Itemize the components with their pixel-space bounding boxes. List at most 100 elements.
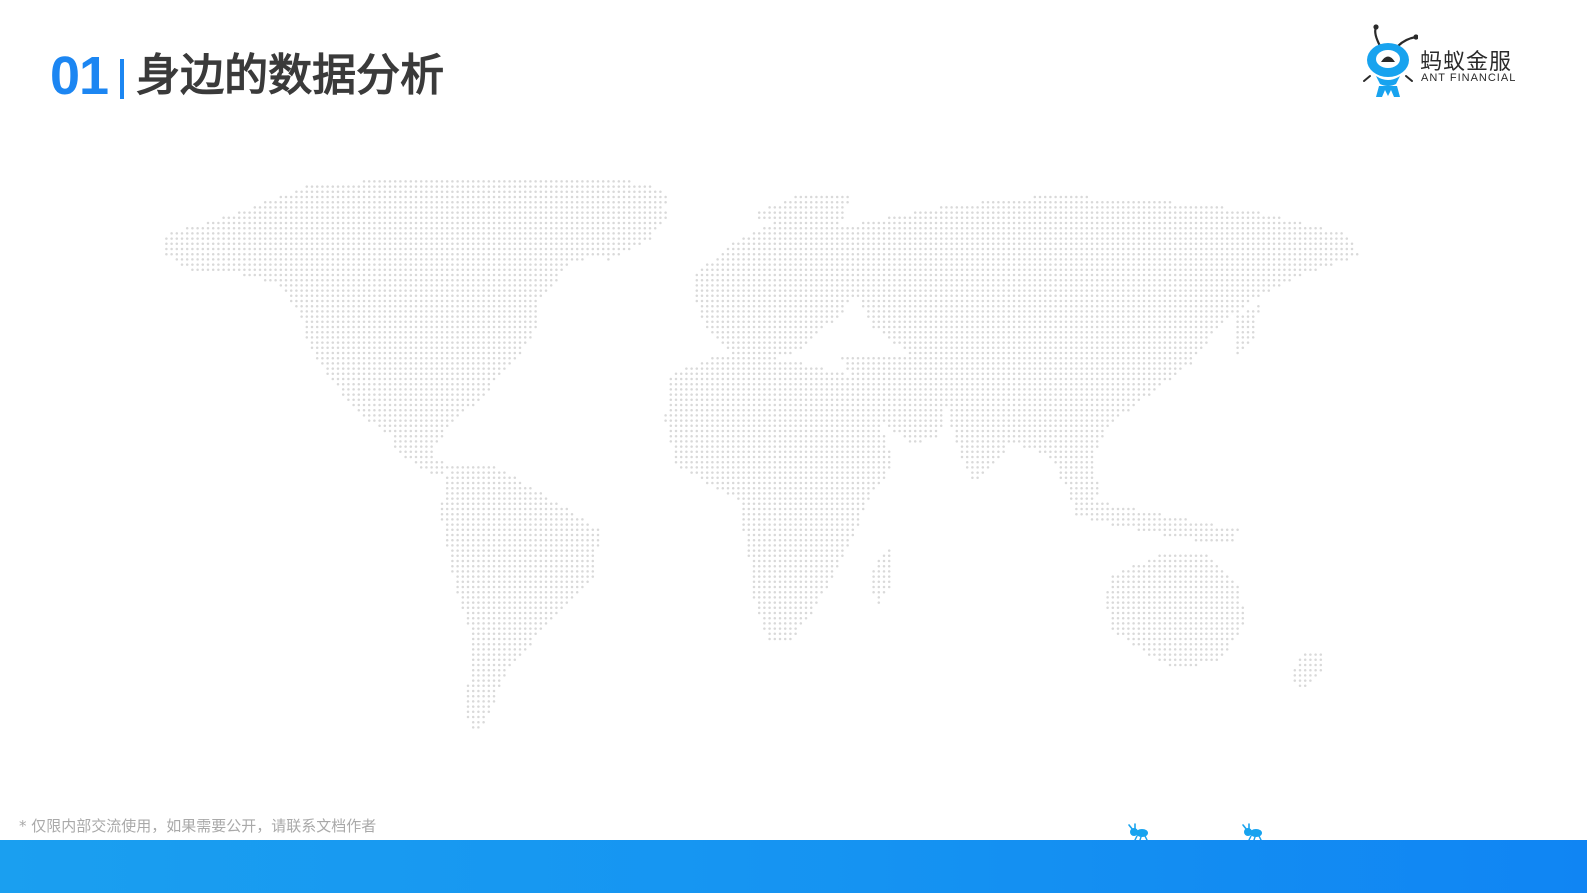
- map-dot: [711, 268, 714, 272]
- map-dot: [477, 294, 480, 298]
- map-dot: [367, 299, 371, 303]
- map-dot: [357, 200, 361, 204]
- map-dot: [263, 206, 267, 209]
- map-dot: [565, 200, 569, 204]
- map-dot: [357, 252, 361, 256]
- map-dot: [497, 320, 501, 324]
- map-dot: [1158, 304, 1161, 308]
- map-dot: [976, 289, 979, 292]
- map-dot: [305, 284, 309, 287]
- map-dot: [1002, 284, 1005, 287]
- map-dot: [986, 289, 990, 292]
- map-dot: [596, 190, 600, 194]
- map-dot: [544, 226, 548, 230]
- map-dot: [633, 226, 636, 230]
- map-dot: [492, 273, 496, 277]
- map-dot: [976, 263, 979, 266]
- map-dot: [1329, 242, 1333, 246]
- map-dot: [409, 304, 413, 308]
- map-dot: [575, 252, 579, 256]
- map-dot: [1090, 310, 1094, 313]
- map-dot: [1225, 258, 1229, 261]
- map-dot: [399, 325, 402, 329]
- map-dot: [326, 268, 329, 272]
- map-dot: [497, 216, 501, 220]
- map-dot: [643, 185, 647, 188]
- map-dot: [981, 206, 985, 209]
- map-dot: [991, 221, 995, 225]
- map-dot: [945, 294, 948, 298]
- map-dot: [794, 263, 797, 266]
- map-dot: [529, 268, 532, 272]
- map-dot: [1043, 336, 1047, 339]
- map-dot: [388, 195, 392, 199]
- map-dot: [1194, 263, 1198, 266]
- map-dot: [435, 268, 439, 272]
- map-dot: [783, 206, 787, 209]
- map-dot: [945, 278, 948, 282]
- map-dot: [1095, 211, 1099, 214]
- map-dot: [300, 216, 303, 220]
- map-dot: [1017, 242, 1021, 246]
- map-dot: [1199, 252, 1203, 256]
- map-dot: [924, 242, 927, 246]
- map-dot: [991, 310, 995, 313]
- map-dot: [1121, 221, 1125, 225]
- map-dot: [955, 294, 959, 298]
- map-dot: [716, 315, 719, 318]
- map-dot: [419, 320, 423, 324]
- map-dot: [555, 221, 558, 225]
- map-dot: [466, 221, 470, 225]
- map-dot: [373, 304, 376, 308]
- map-dot: [362, 273, 366, 277]
- map-dot: [175, 258, 179, 261]
- map-dot: [1241, 320, 1245, 324]
- map-dot: [1231, 304, 1234, 308]
- map-dot: [742, 242, 745, 246]
- map-dot: [523, 252, 527, 256]
- map-dot: [409, 232, 413, 235]
- map-dot: [1147, 242, 1151, 246]
- map-dot: [1121, 273, 1125, 277]
- map-dot: [1054, 289, 1057, 292]
- map-dot: [815, 315, 818, 318]
- map-dot: [451, 315, 454, 318]
- map-dot: [1298, 242, 1302, 246]
- map-dot: [1028, 232, 1031, 235]
- map-dot: [523, 325, 527, 329]
- map-dot: [560, 247, 563, 251]
- map-dot: [643, 200, 647, 204]
- map-dot: [851, 263, 855, 266]
- map-dot: [794, 304, 797, 308]
- map-dot: [274, 200, 277, 204]
- map-dot: [1002, 294, 1005, 298]
- map-dot: [1147, 232, 1151, 235]
- map-dot: [336, 216, 340, 220]
- map-dot: [404, 320, 407, 324]
- map-dot: [971, 320, 974, 324]
- map-dot: [279, 226, 283, 230]
- map-dot: [456, 180, 459, 183]
- map-dot: [508, 341, 511, 344]
- map-dot: [607, 206, 610, 209]
- map-dot: [1262, 216, 1265, 220]
- map-dot: [367, 180, 371, 183]
- map-dot: [804, 315, 808, 318]
- map-dot: [399, 294, 402, 298]
- map-dot: [903, 242, 907, 246]
- map-dot: [945, 304, 948, 308]
- map-dot: [617, 237, 621, 240]
- map-dot: [1205, 336, 1208, 339]
- map-dot: [388, 190, 392, 194]
- map-dot: [1153, 237, 1156, 240]
- map-dot: [1069, 315, 1073, 318]
- map-dot: [357, 273, 361, 277]
- map-dot: [841, 284, 844, 287]
- map-dot: [201, 237, 205, 240]
- map-dot: [747, 330, 751, 334]
- map-dot: [425, 263, 428, 266]
- map-dot: [1163, 320, 1167, 324]
- map-dot: [1153, 278, 1156, 282]
- map-dot: [1121, 325, 1125, 329]
- map-dot: [1241, 252, 1245, 256]
